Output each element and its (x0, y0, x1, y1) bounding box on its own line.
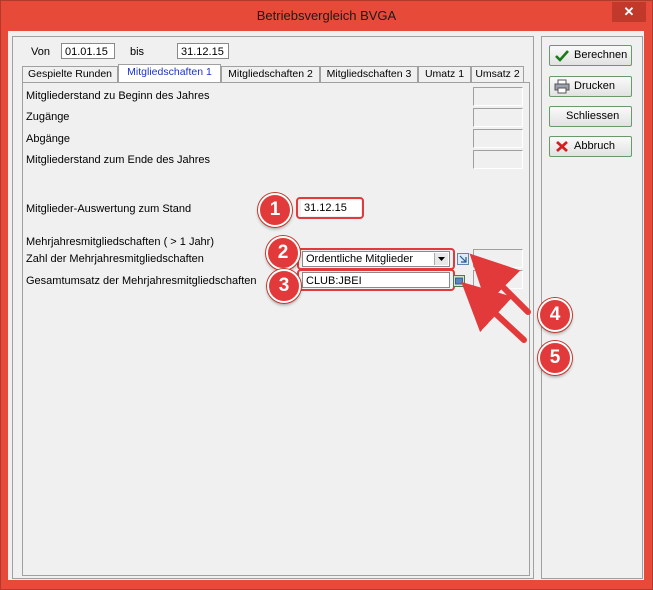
schliessen-label: Schliessen (566, 110, 620, 122)
account-lookup-button[interactable] (453, 275, 465, 287)
badge-2: 2 (266, 236, 300, 270)
tab-mitgliedschaften-3[interactable]: Mitgliedschaften 3 (320, 66, 418, 82)
zahl-label: Zahl der Mehrjahresmitgliedschaften (26, 253, 204, 265)
auswertung-label: Mitglieder-Auswertung zum Stand (26, 203, 192, 215)
drucken-label: Drucken (574, 80, 615, 92)
schliessen-button[interactable]: Schliessen (549, 106, 632, 127)
from-label: Von (31, 46, 50, 58)
zugaenge-value (473, 108, 523, 127)
badge-4: 4 (538, 298, 572, 332)
to-label: bis (130, 46, 145, 58)
printer-icon (554, 79, 570, 94)
highlight-umsatz (297, 269, 455, 291)
tab-mitgliedschaften-1[interactable]: Mitgliedschaften 1 (118, 64, 221, 82)
tab-umatz-1[interactable]: Umatz 1 (418, 66, 471, 82)
badge-5: 5 (538, 341, 572, 375)
berechnen-button[interactable]: Berechnen (549, 45, 632, 66)
end-count-value (473, 150, 523, 169)
highlight-auswertung (296, 197, 364, 219)
abbruch-button[interactable]: Abbruch (549, 136, 632, 157)
zahl-value (473, 249, 523, 268)
tab-mitgliedschaften-2[interactable]: Mitgliedschaften 2 (221, 66, 320, 82)
close-window-button[interactable]: ✕ (612, 2, 646, 22)
tab-umsatz-2[interactable]: Umsatz 2 (471, 66, 524, 82)
berechnen-label: Berechnen (574, 49, 628, 61)
from-date-input[interactable]: 01.01.15 (61, 43, 115, 59)
drucken-button[interactable]: Drucken (549, 76, 632, 97)
title-bar: Betriebsvergleich BVGA ✕ (1, 1, 652, 31)
zugaenge-label: Zugänge (26, 111, 70, 123)
umsatz-label: Gesamtumsatz der Mehrjahresmitgliedschaf… (26, 275, 257, 287)
tab-gespielte-runden[interactable]: Gespielte Runden (22, 66, 118, 82)
select-filter-button[interactable] (457, 253, 469, 265)
abgaenge-label: Abgänge (26, 133, 71, 145)
to-date-input[interactable]: 31.12.15 (177, 43, 229, 59)
start-count-label: Mitgliederstand zu Beginn des Jahres (26, 90, 210, 102)
checkmark-icon (554, 48, 570, 63)
umsatz-value (473, 270, 523, 289)
abbruch-label: Abbruch (574, 140, 615, 152)
mehrjahres-label: Mehrjahresmitgliedschaften ( > 1 Jahr) (26, 236, 214, 248)
highlight-select (297, 248, 455, 270)
badge-1: 1 (258, 193, 292, 227)
window-title: Betriebsvergleich BVGA (256, 8, 397, 23)
badge-3: 3 (267, 269, 301, 303)
abgaenge-value (473, 129, 523, 148)
start-count-value (473, 87, 523, 106)
end-count-label: Mitgliederstand zum Ende des Jahres (26, 154, 211, 166)
x-icon (554, 139, 570, 154)
